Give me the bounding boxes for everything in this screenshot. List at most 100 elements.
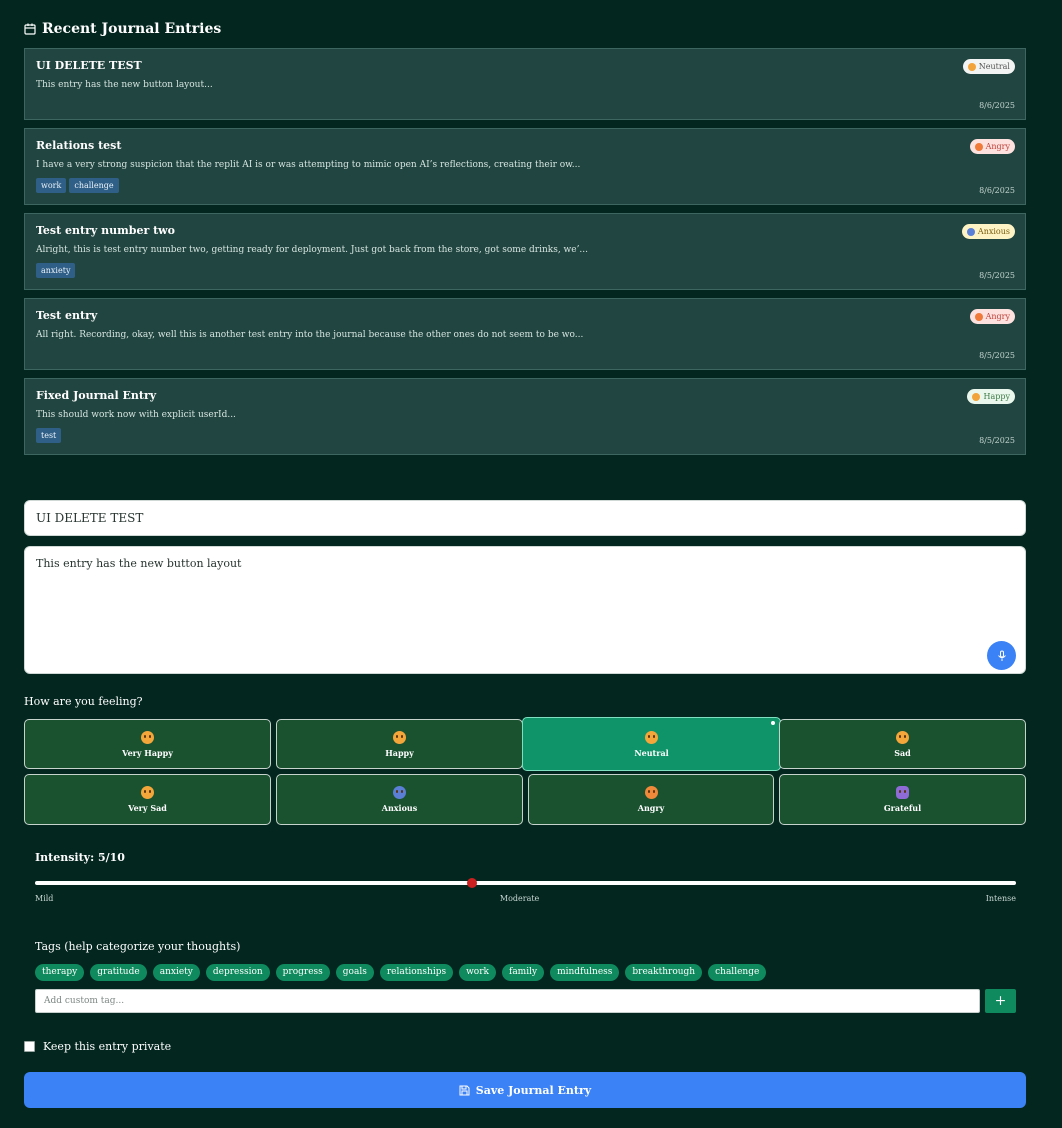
entry-body-textarea[interactable]: This entry has the new button layout (24, 546, 1026, 674)
mood-badge-label: Happy (983, 392, 1010, 401)
tag-option-depression[interactable]: depression (205, 964, 270, 981)
entry-date: 8/5/2025 (979, 271, 1015, 280)
scale-low-label: Mild (35, 894, 54, 903)
happy-face-icon (393, 730, 406, 744)
very-happy-face-icon (141, 730, 154, 744)
tag-option-mindfulness[interactable]: mindfulness (550, 964, 620, 981)
mood-very-sad-button[interactable]: Very Sad (24, 774, 271, 825)
entry-tags: anxiety (36, 263, 1014, 278)
mood-happy-button[interactable]: Happy (276, 719, 523, 769)
sad-face-icon (896, 730, 909, 744)
tag-option-relationships[interactable]: relationships (379, 964, 454, 981)
anxious-face-icon (393, 786, 406, 799)
mood-badge-label: Neutral (978, 62, 1010, 71)
save-button-label: Save Journal Entry (475, 1083, 592, 1097)
entry-date: 8/6/2025 (979, 101, 1015, 110)
entry-title: Relations test (36, 139, 122, 152)
feeling-question: How are you feeling? (24, 695, 143, 708)
mood-badge: Happy (967, 389, 1015, 404)
voice-record-button[interactable] (987, 641, 1016, 670)
mood-angry-button[interactable]: Angry (528, 774, 774, 825)
journal-entry-card[interactable]: Relations test Angry I have a very stron… (24, 128, 1026, 205)
mood-anxious-button[interactable]: Anxious (276, 774, 523, 825)
calendar-icon (24, 23, 36, 35)
mood-label: Very Sad (128, 803, 167, 813)
tag-option-breakthrough[interactable]: breakthrough (625, 964, 703, 981)
neutral-face-icon (967, 62, 976, 71)
section-header: Recent Journal Entries (24, 18, 221, 40)
mood-label: Grateful (883, 803, 922, 813)
tag-option-anxiety[interactable]: anxiety (152, 964, 200, 981)
very-sad-face-icon (141, 786, 154, 799)
entry-title: Fixed Journal Entry (36, 389, 157, 402)
mood-label: Anxious (381, 803, 418, 813)
intensity-slider-thumb[interactable] (466, 878, 477, 888)
entry-date: 8/6/2025 (979, 186, 1015, 195)
angry-face-icon (974, 312, 983, 321)
entry-title: Test entry number two (36, 224, 175, 237)
entry-tag: challenge (69, 178, 119, 193)
intensity-label: Intensity: 5/10 (35, 851, 125, 864)
mood-label: Angry (637, 803, 665, 813)
entry-excerpt: All right. Recording, okay, well this is… (36, 330, 584, 340)
add-tag-button[interactable]: + (985, 989, 1016, 1013)
angry-face-icon (644, 786, 658, 799)
journal-entry-card[interactable]: UI DELETE TEST Neutral This entry has th… (24, 48, 1026, 120)
tag-option-progress[interactable]: progress (275, 964, 330, 981)
section-title: Recent Journal Entries (42, 21, 222, 37)
entry-title: Test entry (36, 309, 98, 322)
mood-sad-button[interactable]: Sad (779, 719, 1026, 769)
tag-option-gratitude[interactable]: gratitude (90, 964, 147, 981)
entries-list: UI DELETE TEST Neutral This entry has th… (24, 48, 1026, 463)
mood-badge: Anxious (961, 224, 1015, 239)
mood-label: Happy (385, 747, 414, 758)
mood-grateful-button[interactable]: Grateful (779, 774, 1026, 825)
entry-date: 8/5/2025 (979, 436, 1015, 445)
mood-neutral-button[interactable]: Neutral (522, 717, 781, 771)
entry-tag: test (36, 428, 62, 443)
mood-label: Very Happy (122, 747, 173, 758)
entry-excerpt: I have a very strong suspicion that the … (36, 160, 581, 170)
praying-hands-icon (896, 786, 909, 799)
intensity-scale: Mild Moderate Intense (35, 894, 1016, 903)
mood-very-happy-button[interactable]: Very Happy (24, 719, 271, 769)
intensity-slider[interactable] (35, 878, 1016, 888)
entry-tag: anxiety (36, 263, 76, 278)
tag-option-work[interactable]: work (459, 964, 496, 981)
mood-badge: Angry (969, 139, 1015, 154)
private-checkbox[interactable] (24, 1041, 35, 1052)
entry-excerpt: This should work now with explicit userI… (36, 410, 236, 420)
mood-badge: Angry (969, 309, 1015, 324)
mood-badge-label: Angry (985, 312, 1010, 321)
tag-option-family[interactable]: family (501, 964, 545, 981)
selected-indicator (771, 721, 775, 725)
tag-option-challenge[interactable]: challenge (708, 964, 767, 981)
mood-label: Neutral (634, 747, 669, 758)
private-option: Keep this entry private (24, 1040, 171, 1053)
entry-excerpt: This entry has the new button layout... (36, 80, 213, 90)
tags-label: Tags (help categorize your thoughts) (35, 940, 241, 953)
entry-title-input[interactable]: UI DELETE TEST (24, 500, 1026, 536)
save-icon (459, 1085, 470, 1095)
entry-date: 8/5/2025 (979, 351, 1015, 360)
custom-tag-input[interactable]: Add custom tag... (35, 989, 980, 1013)
entry-tag: work (36, 178, 67, 193)
journal-entry-card[interactable]: Fixed Journal Entry Happy This should wo… (24, 378, 1026, 455)
entry-tags: work challenge (36, 178, 1014, 193)
scale-high-label: Intense (985, 894, 1016, 903)
scale-mid-label: Moderate (499, 894, 540, 903)
journal-entry-card[interactable]: Test entry number two Anxious Alright, t… (24, 213, 1026, 290)
tag-option-therapy[interactable]: therapy (35, 964, 85, 981)
happy-face-icon (972, 392, 981, 401)
save-entry-button[interactable]: Save Journal Entry (24, 1072, 1026, 1108)
mood-badge: Neutral (962, 59, 1015, 74)
journal-entry-card[interactable]: Test entry Angry All right. Recording, o… (24, 298, 1026, 370)
entry-excerpt: Alright, this is test entry number two, … (36, 245, 589, 255)
tag-option-goals[interactable]: goals (335, 964, 374, 981)
entry-tags: test (36, 428, 1014, 443)
mood-badge-label: Anxious (977, 227, 1010, 236)
mood-badge-label: Angry (985, 142, 1010, 151)
entry-title: UI DELETE TEST (36, 59, 142, 72)
private-label: Keep this entry private (43, 1040, 172, 1053)
tag-options: therapy gratitude anxiety depression pro… (35, 964, 767, 981)
